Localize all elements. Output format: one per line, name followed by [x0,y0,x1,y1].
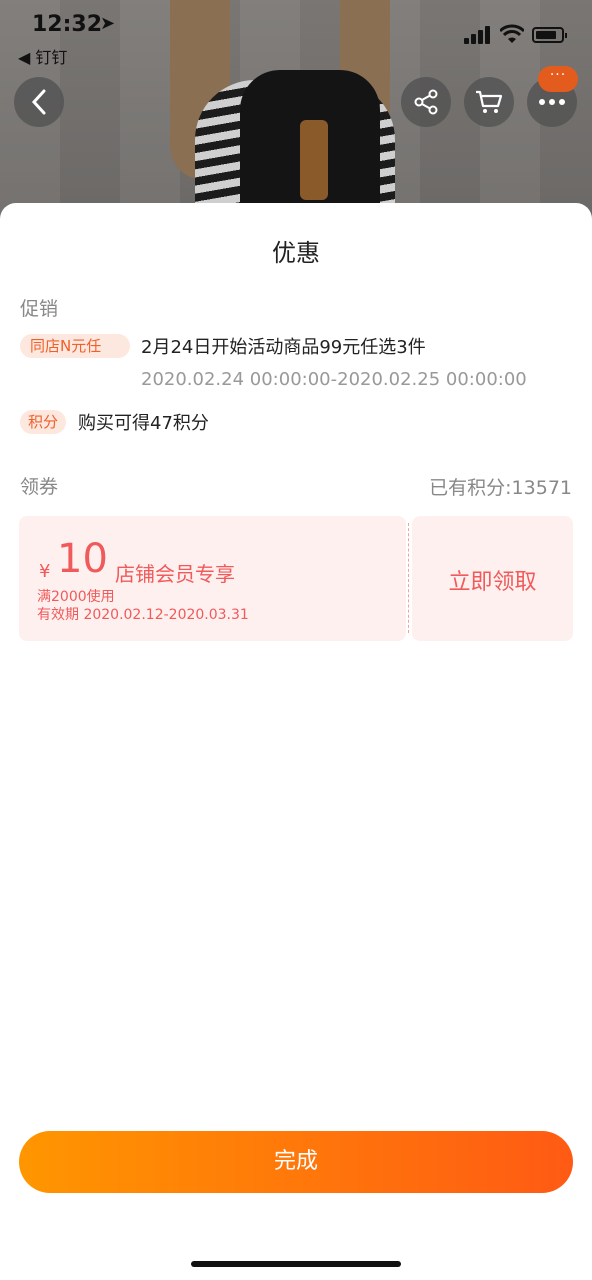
coupon-currency: ¥ [39,561,51,582]
cart-icon [476,90,503,113]
message-badge[interactable]: ··· [538,66,578,92]
status-bar: 12:32 ➤ ◀ 钉钉 [0,0,592,70]
coupon-divider [408,523,409,633]
promo-time-range: 2020.02.24 00:00:00-2020.02.25 00:00:00 [141,369,527,390]
coupon-condition: 满2000使用 [37,589,115,605]
chevron-left-icon [31,89,46,115]
done-button[interactable]: 完成 [19,1131,573,1193]
cellular-signal-icon [464,26,492,44]
back-to-app-link[interactable]: ◀ 钉钉 [18,44,67,68]
claim-coupon-label: 立即领取 [448,570,537,595]
battery-icon [532,27,567,43]
coupon-card: ¥ 10 店铺会员专享 满2000使用 有效期 2020.02.12-2020.… [19,516,406,641]
coupon-name: 店铺会员专享 [115,562,235,586]
coupon-section-label: 领券 [20,476,59,498]
wifi-icon [500,24,524,43]
points-balance: 已有积分:13571 [429,477,572,499]
coupon-sheet: 优惠 促销 同店N元任 2月24日开始活动商品99元任选3件 2020.02.2… [0,203,592,1280]
claim-coupon-button[interactable]: 立即领取 [412,516,573,641]
cart-button[interactable] [464,77,514,127]
more-dots-icon [539,99,565,105]
sheet-title: 优惠 [272,239,320,267]
coupon-validity: 有效期 2020.02.12-2020.03.31 [37,607,249,623]
points-description: 购买可得47积分 [78,413,209,434]
share-button[interactable] [401,77,451,127]
back-button[interactable] [14,77,64,127]
points-tag: 积分 [20,410,66,434]
promo-description: 2月24日开始活动商品99元任选3件 [141,337,426,358]
home-indicator [191,1261,401,1267]
promo-tag: 同店N元任 [20,334,130,358]
share-icon [414,89,438,115]
status-time: 12:32 [32,12,103,37]
promo-section-label: 促销 [20,298,59,320]
coupon-amount: 10 [57,536,108,582]
location-arrow-icon: ➤ [100,13,116,34]
